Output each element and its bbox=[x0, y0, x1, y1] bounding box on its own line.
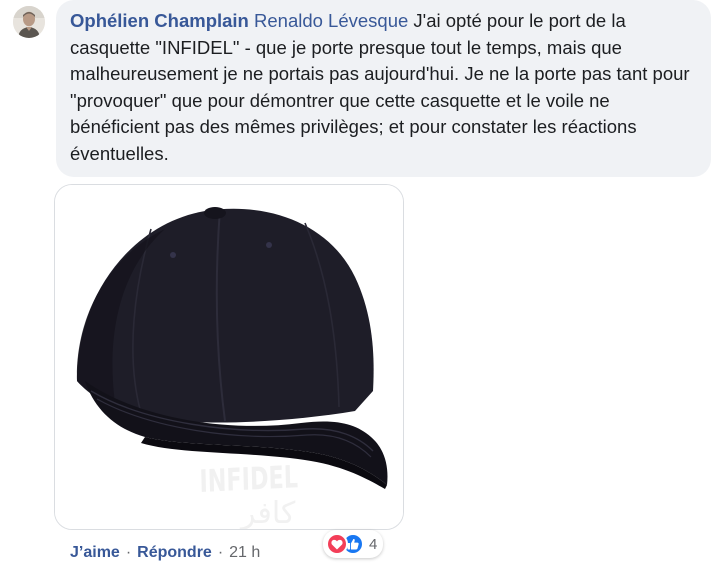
image-attachment[interactable]: INFIDEL كافر bbox=[54, 184, 404, 530]
like-button[interactable]: J’aime bbox=[70, 544, 120, 561]
cap-embroidery-arabic: كافر bbox=[241, 496, 296, 530]
comment-bubble: Ophélien Champlain Renaldo Lévesque J'ai… bbox=[56, 0, 711, 177]
avatar[interactable] bbox=[13, 6, 45, 38]
avatar-photo bbox=[13, 6, 45, 38]
cap-embroidery-latin: INFIDEL bbox=[199, 459, 299, 500]
separator: · bbox=[125, 544, 132, 561]
reactions-summary[interactable]: 4 bbox=[323, 530, 384, 558]
love-icon bbox=[326, 533, 348, 555]
reply-button[interactable]: Répondre bbox=[137, 544, 212, 561]
timestamp[interactable]: 21 h bbox=[229, 544, 260, 561]
comment-actions: J’aime · Répondre · 21 h bbox=[70, 544, 260, 562]
reaction-count: 4 bbox=[369, 535, 378, 553]
comment-text: J'ai opté pour le port de la casquette "… bbox=[70, 10, 690, 164]
comment-author-link[interactable]: Ophélien Champlain bbox=[70, 10, 249, 31]
separator: · bbox=[217, 544, 224, 561]
mention-link[interactable]: Renaldo Lévesque bbox=[254, 10, 408, 31]
comment-thread: Ophélien Champlain Renaldo Lévesque J'ai… bbox=[0, 0, 719, 577]
